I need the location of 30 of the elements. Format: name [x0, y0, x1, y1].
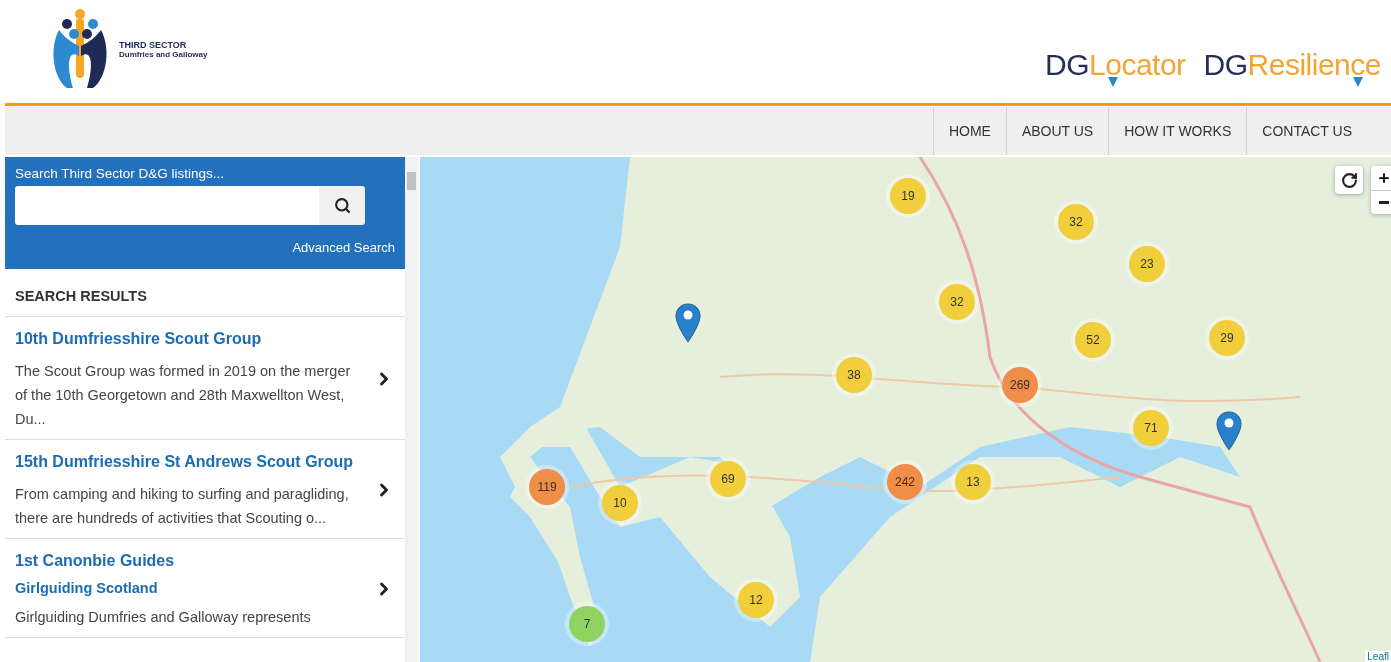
- search-button[interactable]: [319, 186, 365, 225]
- minus-icon: [1379, 201, 1389, 204]
- result-description: From camping and hiking to surfing and paragliding, there are hundreds of activities that Scouting o...: [15, 485, 350, 528]
- result-description: The Scout Group was formed in 2019 on the merger of the 10th Georgetown and 28th Maxwellton West, Du...: [15, 362, 352, 429]
- brand-logo[interactable]: DGResilience: [1203, 48, 1381, 90]
- search-label: Search Third Sector D&G listings...: [15, 166, 226, 181]
- result-title[interactable]: 10th Dumfriesshire Scout Group: [15, 326, 360, 352]
- refresh-icon: [1340, 171, 1358, 189]
- refresh-button[interactable]: [1335, 166, 1363, 194]
- nav-link[interactable]: HOW IT WORKS: [1108, 107, 1247, 155]
- search-icon: [333, 197, 351, 214]
- result-description: Girlguiding Dumfries and Galloway represents: [15, 608, 312, 627]
- plus-icon: [1377, 171, 1391, 185]
- map-pin-icon[interactable]: [675, 303, 701, 343]
- result-title[interactable]: 1st Canonbie Guides: [15, 548, 360, 574]
- nav-link[interactable]: HOME: [932, 107, 1006, 155]
- search-field[interactable]: [15, 186, 319, 225]
- scrollbar[interactable]: [405, 157, 418, 662]
- nav-link[interactable]: ABOUT US: [1005, 107, 1109, 155]
- result-subtitle: Girlguiding Scotland: [15, 579, 159, 598]
- org-logo-subtitle: Dumfries and Galloway: [119, 49, 208, 59]
- nav-link[interactable]: CONTACT US: [1246, 107, 1367, 155]
- attribution-link[interactable]: Leafl: [1365, 651, 1391, 662]
- zoom-out-button[interactable]: [1371, 190, 1391, 214]
- brand-logo[interactable]: DGLocator: [1045, 48, 1186, 90]
- org-logo-title: THIRD SECTOR: [119, 39, 188, 50]
- result-title[interactable]: 15th Dumfriesshire St Andrews Scout Group: [15, 449, 360, 475]
- map-pin-icon[interactable]: [1216, 411, 1242, 451]
- advanced-search-link[interactable]: Advanced Search: [292, 240, 395, 255]
- zoom-in-button[interactable]: [1371, 166, 1391, 190]
